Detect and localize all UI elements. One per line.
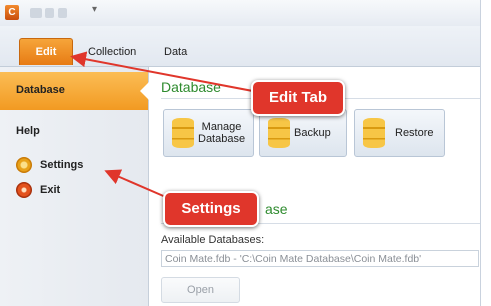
database-section-title: Database — [161, 79, 221, 95]
backup-button[interactable]: Backup — [259, 109, 347, 157]
database-gear-icon — [172, 118, 194, 148]
nav-item-settings-label: Settings — [40, 159, 84, 171]
backstage-nav: Database Help Settings Exit — [0, 67, 149, 306]
database-backup-icon — [268, 118, 290, 148]
title-bar: C ▾ — [0, 0, 480, 26]
tab-collection[interactable]: Collection — [88, 40, 136, 64]
selected-pointer — [140, 82, 149, 100]
quick-access-dropdown-icon[interactable]: ▾ — [92, 4, 97, 15]
restore-label: Restore — [395, 127, 434, 139]
exit-icon — [16, 182, 32, 198]
settings-callout: Settings — [163, 191, 259, 227]
edit-tab-callout: Edit Tab — [251, 80, 345, 116]
quick-access-save-icon[interactable] — [30, 8, 42, 18]
database-restore-icon — [363, 118, 385, 148]
tab-data[interactable]: Data — [164, 40, 187, 64]
app-icon[interactable]: C — [5, 5, 19, 20]
quick-access-undo-icon[interactable] — [45, 8, 54, 18]
backup-label: Backup — [294, 127, 331, 139]
open-button[interactable]: Open — [161, 277, 240, 303]
nav-item-exit-label: Exit — [40, 184, 61, 196]
nav-item-database-label: Database — [16, 84, 65, 96]
app-window: C ▾ Edit Collection Data Database Help S… — [0, 0, 481, 306]
ribbon-tab-bar: Edit Collection Data — [0, 26, 480, 67]
nav-item-help[interactable]: Help — [16, 125, 40, 137]
database-select[interactable]: Coin Mate.fdb - 'C:\Coin Mate Database\C… — [161, 250, 479, 267]
restore-button[interactable]: Restore — [354, 109, 445, 157]
nav-item-database[interactable]: Database — [0, 72, 149, 110]
manage-database-button[interactable]: Manage Database — [163, 109, 254, 157]
settings-section-title: ase — [265, 201, 288, 217]
tab-edit[interactable]: Edit — [19, 38, 73, 65]
manage-database-label: Manage Database — [198, 121, 246, 145]
quick-access-redo-icon[interactable] — [58, 8, 67, 18]
gear-icon — [16, 157, 32, 173]
available-databases-label: Available Databases: — [161, 234, 265, 246]
